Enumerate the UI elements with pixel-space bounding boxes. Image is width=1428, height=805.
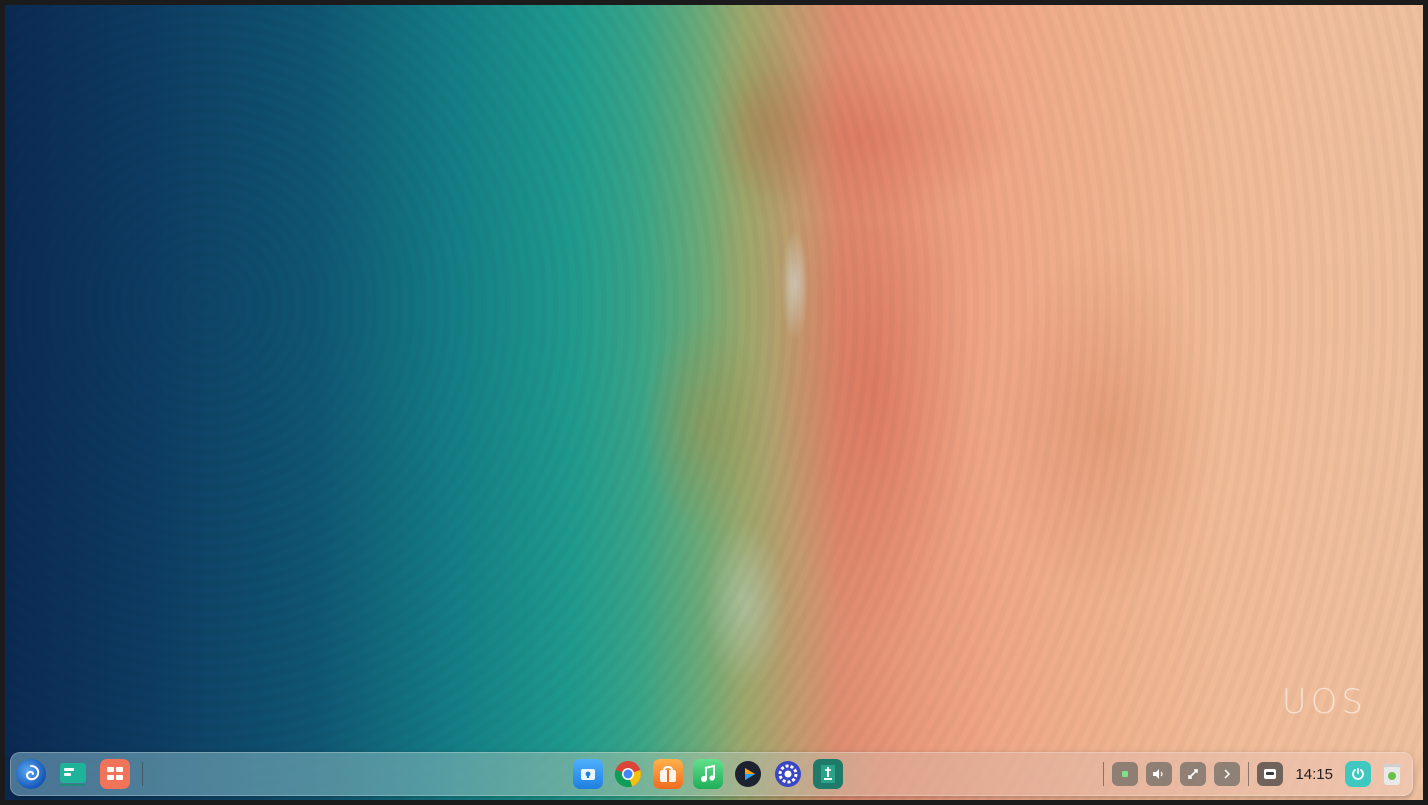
trash-icon[interactable] [1379, 759, 1405, 789]
movie-player-icon[interactable] [733, 759, 763, 789]
dock-left-group [16, 752, 143, 796]
control-center-icon[interactable] [773, 759, 803, 789]
desktop-wallpaper [5, 5, 1423, 800]
dock-app-group [573, 752, 843, 796]
multitasking-view-icon[interactable] [58, 759, 88, 789]
tray-expand-chevron-icon[interactable] [1214, 762, 1241, 786]
chrome-icon[interactable] [613, 759, 643, 789]
music-icon[interactable] [693, 759, 723, 789]
dock-divider-left [142, 762, 143, 786]
power-icon[interactable] [1345, 761, 1371, 787]
volume-icon[interactable] [1146, 762, 1173, 786]
dock-divider-right [1103, 762, 1105, 786]
uos-watermark: UOS [1281, 682, 1367, 722]
app-store-icon[interactable] [653, 759, 683, 789]
taskbar-dock: 14:15 [10, 752, 1413, 796]
tray-indicator-icon[interactable] [1112, 762, 1139, 786]
file-manager-icon[interactable] [573, 759, 603, 789]
network-icon[interactable] [1180, 762, 1207, 786]
desktop-screen: UOS [0, 0, 1428, 805]
notification-center-icon[interactable] [1257, 762, 1284, 786]
show-desktop-icon[interactable] [100, 759, 130, 789]
dock-divider-tray [1248, 762, 1250, 786]
document-viewer-icon[interactable] [813, 759, 843, 789]
dock-tray-group: 14:15 [1103, 752, 1405, 796]
clock-time[interactable]: 14:15 [1291, 766, 1337, 783]
launcher-icon[interactable] [16, 759, 46, 789]
